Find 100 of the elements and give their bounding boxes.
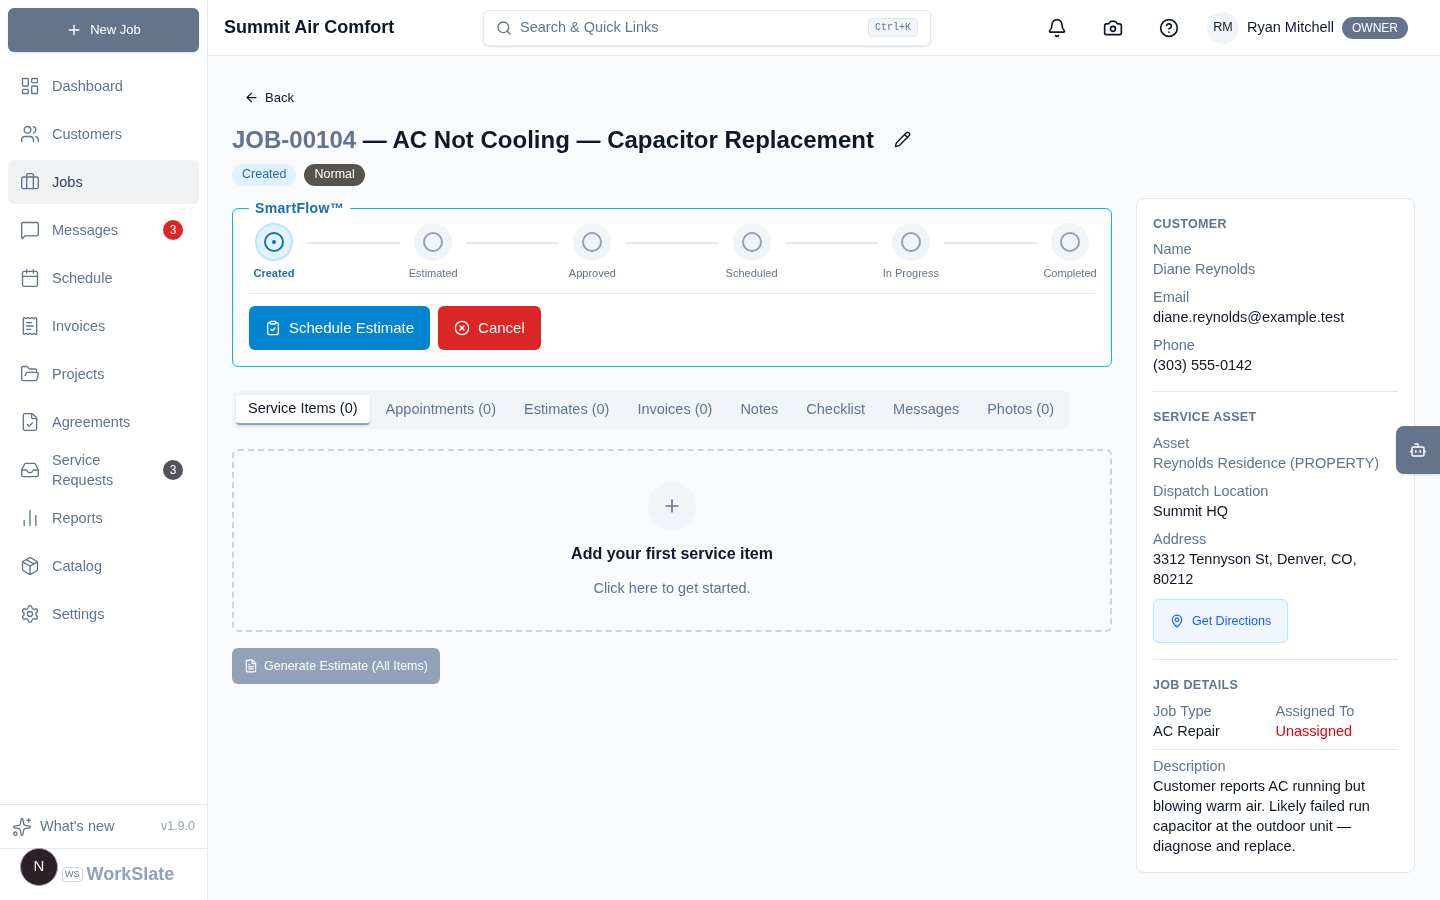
- folder-icon: [20, 364, 40, 384]
- tab[interactable]: Appointments (0): [373, 395, 508, 425]
- field-label: Description: [1153, 756, 1227, 776]
- assistant-button[interactable]: [1396, 426, 1440, 474]
- field-value: Customer reports AC running but blowing warm air. Likely failed run capacitor at the outdoor unit — diagnose and replace.: [1153, 776, 1371, 856]
- field-value: Reynolds Residence (PROPERTY): [1153, 454, 1381, 473]
- tab[interactable]: Messages: [881, 395, 972, 425]
- role-badge: OWNER: [1342, 16, 1408, 39]
- nav-label: Jobs: [52, 173, 84, 192]
- status-tag: Created: [232, 163, 297, 186]
- field-value: Summit HQ: [1153, 502, 1229, 521]
- brand-name: WorkSlate: [86, 863, 175, 886]
- nav-item[interactable]: Messages 3: [8, 208, 199, 252]
- grid-icon: [20, 76, 40, 96]
- search-field[interactable]: Search & Quick Links Ctrl+K: [483, 9, 931, 46]
- whats-new-link[interactable]: What's new: [40, 815, 153, 838]
- bell-icon[interactable]: [1046, 17, 1067, 38]
- nav-label: Schedule: [52, 269, 114, 288]
- job-title: — AC Not Cooling — Capacitor Replacement: [362, 125, 874, 153]
- nav-item[interactable]: Schedule: [8, 256, 199, 300]
- search-placeholder: Search & Quick Links: [520, 17, 660, 37]
- priority-tag: Normal: [304, 163, 365, 186]
- tab[interactable]: Invoices (0): [625, 395, 725, 425]
- document-icon: [244, 659, 258, 673]
- map-pin-icon: [1170, 614, 1184, 628]
- count-badge: 3: [163, 220, 183, 240]
- tab[interactable]: Estimates (0): [512, 395, 622, 425]
- count-badge: 3: [163, 460, 183, 480]
- pencil-icon[interactable]: [893, 131, 911, 148]
- company-name: Summit Air Comfort: [224, 16, 396, 39]
- nav-label: Agreements: [52, 413, 132, 432]
- nav-label: Dashboard: [52, 77, 124, 96]
- briefcase-icon: [20, 172, 40, 192]
- nav-label: Customers: [52, 125, 124, 144]
- settings-icon: [20, 604, 40, 624]
- x-circle-icon: [454, 320, 471, 336]
- user-name: Ryan Mitchell: [1246, 17, 1334, 37]
- nav-label: Invoices: [52, 317, 107, 336]
- robot-icon: [1409, 441, 1427, 459]
- field-value: (303) 555-0142: [1153, 356, 1254, 376]
- nav-item[interactable]: Jobs: [8, 160, 199, 204]
- field-value: Diane Reynolds: [1153, 260, 1257, 280]
- help-icon[interactable]: [1158, 17, 1179, 38]
- nav-label: Service Requests: [52, 451, 115, 490]
- nav-label: Projects: [52, 365, 106, 384]
- field-label: Phone: [1153, 336, 1196, 356]
- field-label: Name: [1153, 240, 1193, 260]
- section-heading: SERVICE ASSET: [1153, 409, 1258, 427]
- tab[interactable]: Photos (0): [975, 395, 1067, 425]
- tab[interactable]: Checklist: [794, 395, 878, 425]
- field-label: Job Type: [1153, 701, 1213, 721]
- tab[interactable]: Service Items (0): [236, 395, 370, 425]
- user-avatar[interactable]: RM: [1206, 11, 1239, 44]
- smartflow-title: SmartFlow™: [254, 198, 346, 218]
- sparkles-icon: [12, 816, 32, 837]
- empty-title: Add your first service item: [571, 543, 773, 564]
- section-heading: CUSTOMER: [1153, 215, 1228, 233]
- nav-item[interactable]: Agreements: [8, 400, 199, 444]
- nav-item[interactable]: Service Requests 3: [8, 448, 199, 492]
- field-label: Address: [1153, 530, 1208, 549]
- shortcut-hint: Ctrl+K: [868, 18, 918, 37]
- logo-mark: WS: [62, 866, 83, 883]
- get-directions-button[interactable]: Get Directions: [1153, 599, 1289, 643]
- tab[interactable]: Notes: [728, 395, 791, 425]
- search-icon: [496, 19, 512, 36]
- clipboard-check-icon: [265, 320, 281, 336]
- dev-avatar[interactable]: N: [20, 847, 58, 886]
- box-icon: [20, 556, 40, 576]
- receipt-icon: [20, 316, 40, 336]
- nav-item[interactable]: Settings: [8, 592, 199, 636]
- section-heading: JOB DETAILS: [1153, 677, 1240, 694]
- new-job-button[interactable]: New Job: [8, 8, 199, 52]
- back-link[interactable]: Back: [244, 88, 294, 108]
- nav-item[interactable]: Dashboard: [8, 64, 199, 108]
- field-value: AC Repair: [1153, 721, 1221, 741]
- field-value: Unassigned: [1275, 721, 1354, 741]
- field-label: Asset: [1153, 434, 1191, 453]
- field-value: diane.reynolds@example.test: [1153, 308, 1346, 328]
- nav-label: Messages: [52, 221, 120, 240]
- nav-item[interactable]: Reports: [8, 496, 199, 540]
- field-value: 3312 Tennyson St, Denver, CO, 80212: [1153, 550, 1358, 589]
- nav-item[interactable]: Customers: [8, 112, 199, 156]
- nav-label: Settings: [52, 605, 106, 624]
- empty-state-dropzone[interactable]: Add your first service item Click here to get started.: [232, 449, 1112, 632]
- nav-item[interactable]: Invoices: [8, 304, 199, 348]
- cancel-button[interactable]: Cancel: [438, 306, 541, 350]
- field-label: Email: [1153, 288, 1191, 308]
- job-number: JOB-00104: [232, 125, 357, 153]
- nav-item[interactable]: Catalog: [8, 544, 199, 588]
- nav-label: Catalog: [52, 557, 103, 576]
- message-icon: [20, 220, 40, 240]
- schedule-estimate-button[interactable]: Schedule Estimate: [249, 306, 431, 350]
- users-icon: [20, 124, 40, 144]
- nav-label: Reports: [52, 509, 104, 528]
- empty-subtitle: Click here to get started.: [593, 578, 751, 598]
- nav-item[interactable]: Projects: [8, 352, 199, 396]
- version-label: v1.9.0: [160, 818, 195, 836]
- calendar-icon: [20, 268, 40, 288]
- file-check-icon: [20, 412, 40, 432]
- field-label: Dispatch Location: [1153, 482, 1270, 501]
